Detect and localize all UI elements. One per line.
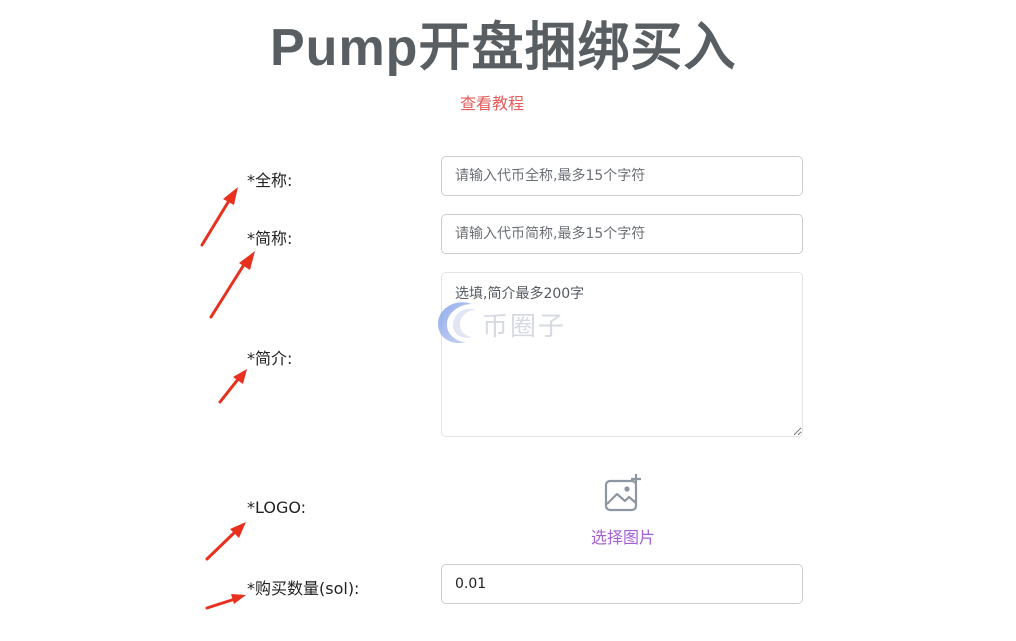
intro-textarea[interactable] [441, 272, 803, 437]
choose-image-button[interactable]: 选择图片 [585, 472, 661, 548]
page-title: Pump开盘捆绑买入 [270, 19, 737, 77]
intro-label: *简介: [247, 349, 293, 368]
annotation-arrow-intro [218, 369, 247, 404]
full-name-label: *全称: [247, 171, 293, 190]
annotation-arrow-logo [205, 522, 246, 561]
annotation-arrow-buy-amount [205, 594, 246, 610]
buy-amount-input[interactable] [441, 564, 803, 604]
annotation-arrow-full-name [200, 187, 238, 247]
short-name-label: *简称: [247, 229, 293, 248]
logo-label: *LOGO: [247, 498, 307, 517]
full-name-input[interactable] [441, 156, 803, 196]
buy-amount-label: *购买数量(sol): [247, 579, 360, 598]
tutorial-link[interactable]: 查看教程 [460, 90, 524, 114]
choose-image-label: 选择图片 [590, 528, 655, 547]
short-name-input[interactable] [441, 214, 803, 254]
annotation-arrow-short-name [209, 251, 255, 319]
add-image-icon [604, 474, 641, 512]
